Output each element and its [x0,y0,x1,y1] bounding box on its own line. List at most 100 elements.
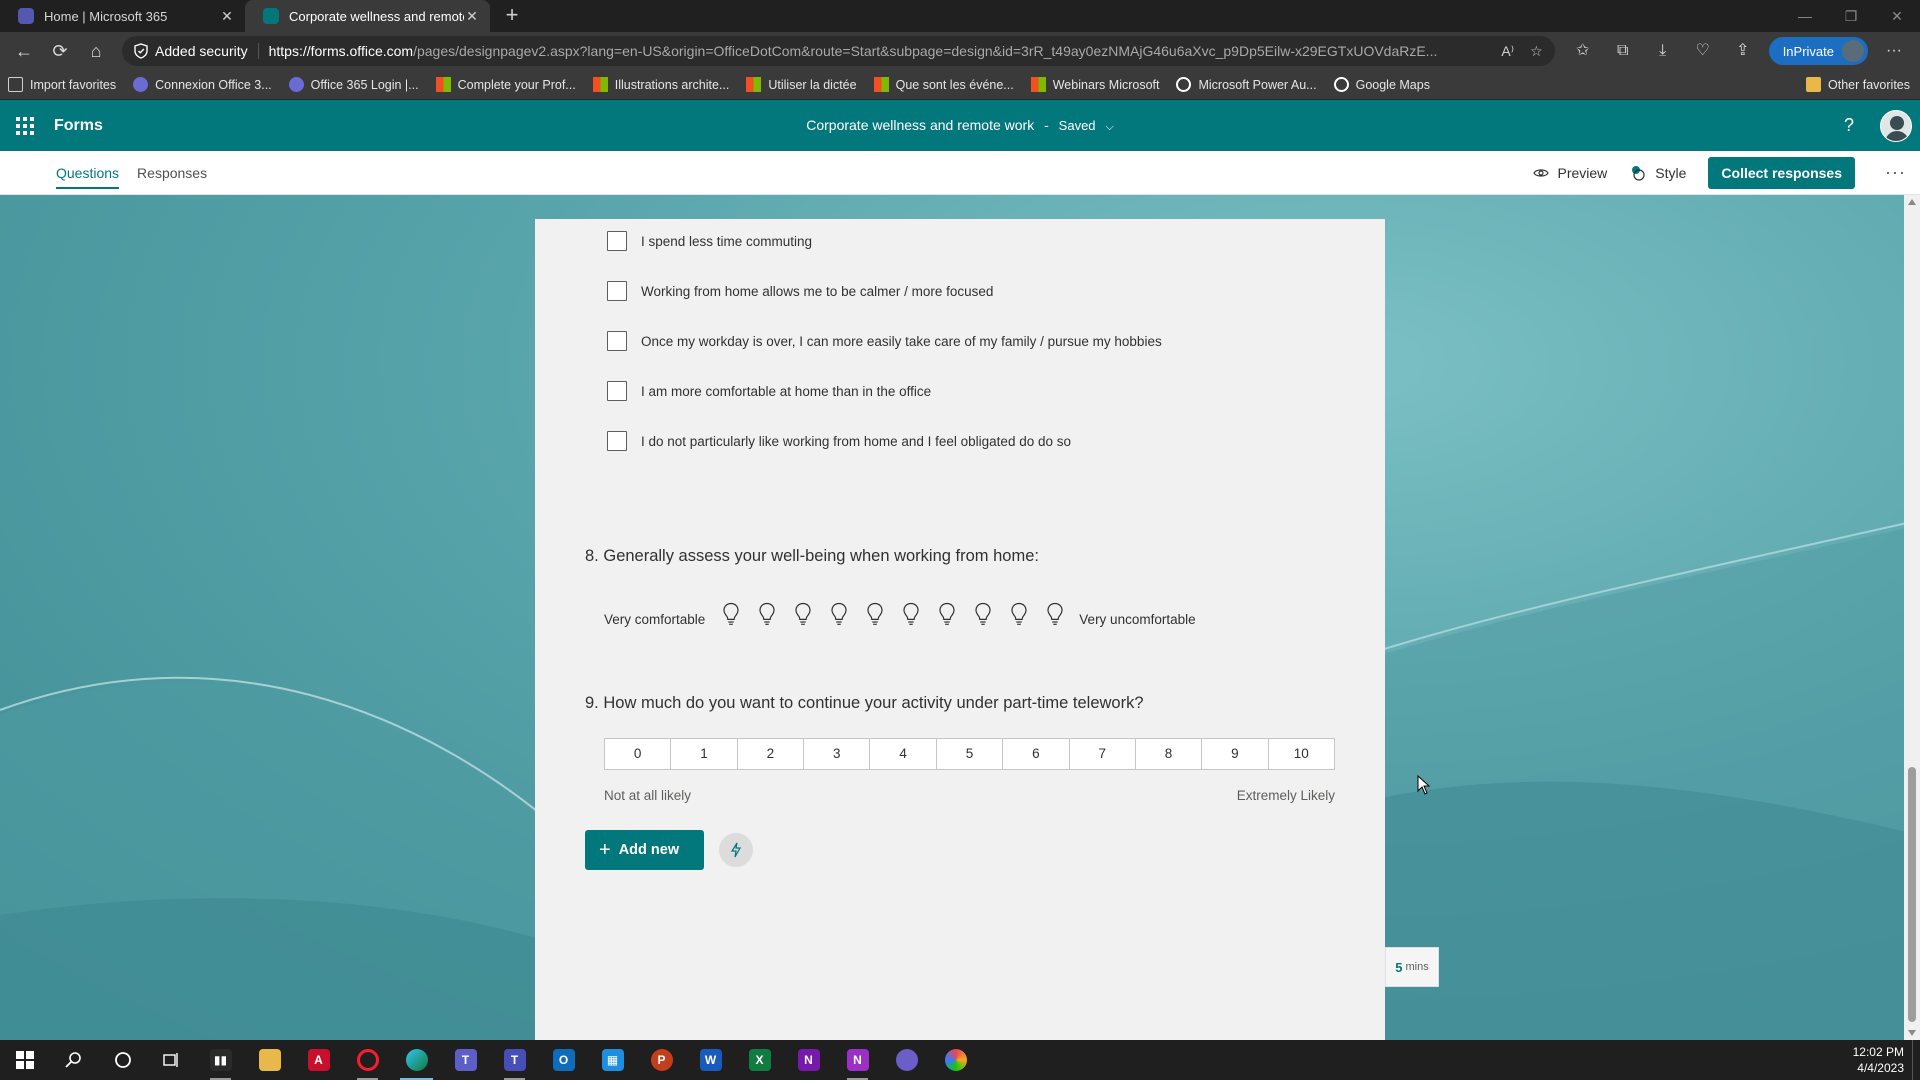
collect-responses-button[interactable]: Collect responses [1708,156,1856,189]
question7-option-3[interactable]: Once my workday is over, I can more easi… [607,331,1162,351]
taskbar-app-chat[interactable] [882,1040,931,1080]
question9-title[interactable]: 9. How much do you want to continue your… [585,694,1144,713]
scale-option[interactable]: 5 [937,739,1004,769]
lightbulb-icon[interactable] [965,599,1001,629]
taskbar-app-edge[interactable] [392,1040,441,1080]
checkbox[interactable] [607,431,627,451]
taskbar-app-excel[interactable]: X [735,1040,784,1080]
question7-option-2[interactable]: Working from home allows me to be calmer… [607,281,993,301]
new-tab-button[interactable]: + [498,2,526,30]
lightbulb-icon[interactable] [929,599,965,629]
taskbar-app-onenote[interactable]: N [784,1040,833,1080]
taskbar-app-acrobat[interactable]: A [294,1040,343,1080]
scale-option[interactable]: 6 [1003,739,1070,769]
taskbar-app-outlook[interactable]: O [539,1040,588,1080]
checkbox[interactable] [607,331,627,351]
show-desktop-button[interactable] [1912,1040,1920,1080]
browser-tab-home[interactable]: Home | Microsoft 365 ✕ [0,0,245,32]
tab-questions[interactable]: Questions [56,151,120,195]
taskbar-app-analytics[interactable]: ▮▮ [196,1040,245,1080]
browser-tab-forms[interactable]: Corporate wellness and remote work ✕ [245,0,490,32]
favorite-import[interactable]: Import favorites [8,77,116,92]
settings-more-icon[interactable]: ··· [1874,36,1914,66]
close-window-icon[interactable]: ✕ [1874,0,1920,32]
favorite-illustrations[interactable]: Illustrations archite... [592,77,729,92]
question7-option-4[interactable]: I am more comfortable at home than in th… [607,381,931,401]
chevron-down-icon[interactable]: ⌵ [1105,121,1113,133]
question7-option-5[interactable]: I do not particularly like working from … [607,431,1071,451]
system-clock[interactable]: 12:02 PM 4/4/2023 [1853,1044,1904,1076]
taskbar-app-teams-work[interactable]: T [490,1040,539,1080]
taskbar-app-explorer[interactable] [245,1040,294,1080]
task-view-icon[interactable] [147,1040,196,1080]
favorite-evenements[interactable]: Que sont les événe... [873,77,1014,92]
form-title[interactable]: Corporate wellness and remote work [806,117,1034,133]
back-icon[interactable]: ← [6,36,42,66]
taskbar-app-opera[interactable] [343,1040,392,1080]
taskbar-app-onenote-2[interactable]: N [833,1040,882,1080]
page-scrollbar[interactable] [1904,195,1920,1040]
download-icon[interactable]: ⤓ [1643,36,1683,66]
minimize-icon[interactable]: — [1782,0,1828,32]
search-icon[interactable] [49,1040,98,1080]
favorite-star-icon[interactable]: ☆ [1530,43,1543,60]
taskbar-app-teams[interactable]: T [441,1040,490,1080]
scale-option[interactable]: 9 [1202,739,1269,769]
scale-option[interactable]: 2 [738,739,805,769]
address-bar[interactable]: Added security https://forms.office.com/… [122,36,1555,66]
collections-icon[interactable]: ⧉ [1603,36,1643,66]
security-indicator[interactable]: Added security [134,43,259,59]
lightbulb-icon[interactable] [785,599,821,629]
lightbulb-icon[interactable] [713,599,749,629]
account-avatar[interactable] [1880,109,1912,142]
preview-button[interactable]: Preview [1533,165,1607,181]
scroll-thumb[interactable] [1908,767,1916,1022]
share-icon[interactable]: ⇪ [1723,36,1763,66]
taskbar-app-snipping[interactable] [931,1040,980,1080]
other-favorites[interactable]: Other favorites [1806,77,1910,92]
inprivate-badge[interactable]: InPrivate [1768,37,1868,65]
close-icon[interactable]: ✕ [219,8,235,24]
taskbar-app-powerpoint[interactable]: P [637,1040,686,1080]
add-new-button[interactable]: + Add new [585,830,704,870]
close-icon[interactable]: ✕ [464,8,480,24]
favorite-office365-login[interactable]: Office 365 Login |... [288,77,419,92]
favorite-dictee[interactable]: Utiliser la dictée [746,77,857,92]
save-status[interactable]: Saved [1059,118,1096,133]
lightbulb-icon[interactable] [749,599,785,629]
quick-insert-button[interactable] [719,833,753,867]
restore-icon[interactable]: ❐ [1828,0,1874,32]
question7-option-1[interactable]: I spend less time commuting [607,231,812,251]
checkbox[interactable] [607,281,627,301]
scroll-up-icon[interactable] [1908,199,1916,205]
cortana-icon[interactable] [98,1040,147,1080]
home-icon[interactable]: ⌂ [78,36,114,66]
favorite-google-maps[interactable]: Google Maps [1333,77,1430,92]
lightbulb-icon[interactable] [1037,599,1073,629]
refresh-icon[interactable]: ⟳ [42,36,78,66]
favorite-connexion-office[interactable]: Connexion Office 3... [133,77,272,92]
favorite-power-automate[interactable]: Microsoft Power Au... [1176,77,1317,92]
lightbulb-icon[interactable] [821,599,857,629]
browser-essentials-icon[interactable]: ♡ [1683,36,1723,66]
more-options-icon[interactable]: ··· [1885,162,1906,183]
lightbulb-icon[interactable] [893,599,929,629]
scale-option[interactable]: 0 [605,739,672,769]
checkbox[interactable] [607,381,627,401]
lightbulb-icon[interactable] [1001,599,1037,629]
read-aloud-icon[interactable]: A⁾ [1501,43,1514,60]
scale-option[interactable]: 7 [1070,739,1136,769]
scroll-down-icon[interactable] [1908,1030,1916,1036]
lightbulb-icon[interactable] [857,599,893,629]
scale-option[interactable]: 8 [1136,739,1203,769]
scale-option[interactable]: 4 [870,739,937,769]
scale-option[interactable]: 1 [671,739,738,769]
favorite-complete-profile[interactable]: Complete your Prof... [435,77,576,92]
taskbar-app-word[interactable]: W [686,1040,735,1080]
app-name[interactable]: Forms [54,117,103,135]
taskbar-app-calendar[interactable]: ▦ [588,1040,637,1080]
tab-responses[interactable]: Responses [137,151,207,195]
question8-title[interactable]: 8. Generally assess your well-being when… [585,547,1039,566]
scale-option[interactable]: 10 [1269,739,1334,769]
help-icon[interactable]: ? [1844,115,1854,136]
